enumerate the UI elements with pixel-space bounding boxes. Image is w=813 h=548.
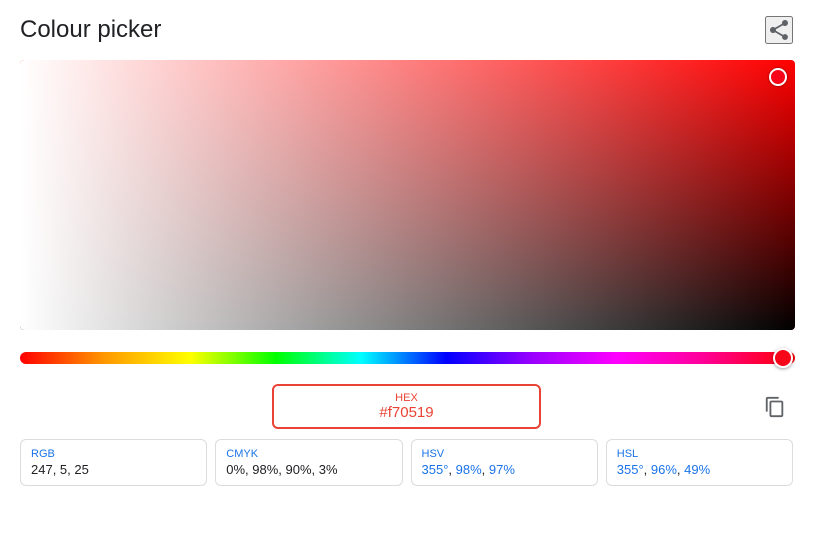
- hex-box: HEX #f70519: [272, 384, 540, 429]
- color-gradient: [20, 60, 795, 330]
- page-title: Colour picker: [20, 16, 161, 44]
- hsv-box: HSV 355°, 98%, 97%: [411, 439, 598, 486]
- rgb-box: RGB 247, 5, 25: [20, 439, 207, 486]
- cmyk-label: CMYK: [226, 448, 391, 460]
- share-button[interactable]: [765, 16, 793, 44]
- hsl-value: 355°, 96%, 49%: [617, 462, 782, 477]
- hue-slider-container[interactable]: [20, 348, 795, 368]
- hsl-label: HSL: [617, 448, 782, 460]
- cmyk-box: CMYK 0%, 98%, 90%, 3%: [215, 439, 402, 486]
- hue-slider-track: [20, 352, 795, 364]
- color-picker-area[interactable]: [20, 60, 795, 330]
- color-picker-thumb[interactable]: [769, 68, 787, 86]
- color-values-row: RGB 247, 5, 25 CMYK 0%, 98%, 90%, 3% HSV…: [20, 439, 793, 486]
- rgb-label: RGB: [31, 448, 196, 460]
- hsl-box: HSL 355°, 96%, 49%: [606, 439, 793, 486]
- copy-button[interactable]: [757, 389, 793, 425]
- rgb-value: 247, 5, 25: [31, 462, 196, 477]
- hsv-label: HSV: [422, 448, 587, 460]
- hsv-value: 355°, 98%, 97%: [422, 462, 587, 477]
- header: Colour picker: [20, 16, 793, 44]
- hex-label: HEX: [284, 392, 528, 404]
- cmyk-value: 0%, 98%, 90%, 3%: [226, 462, 391, 477]
- hex-value: #f70519: [284, 404, 528, 421]
- hex-row: HEX #f70519: [20, 384, 793, 429]
- hue-slider-thumb[interactable]: [773, 348, 793, 368]
